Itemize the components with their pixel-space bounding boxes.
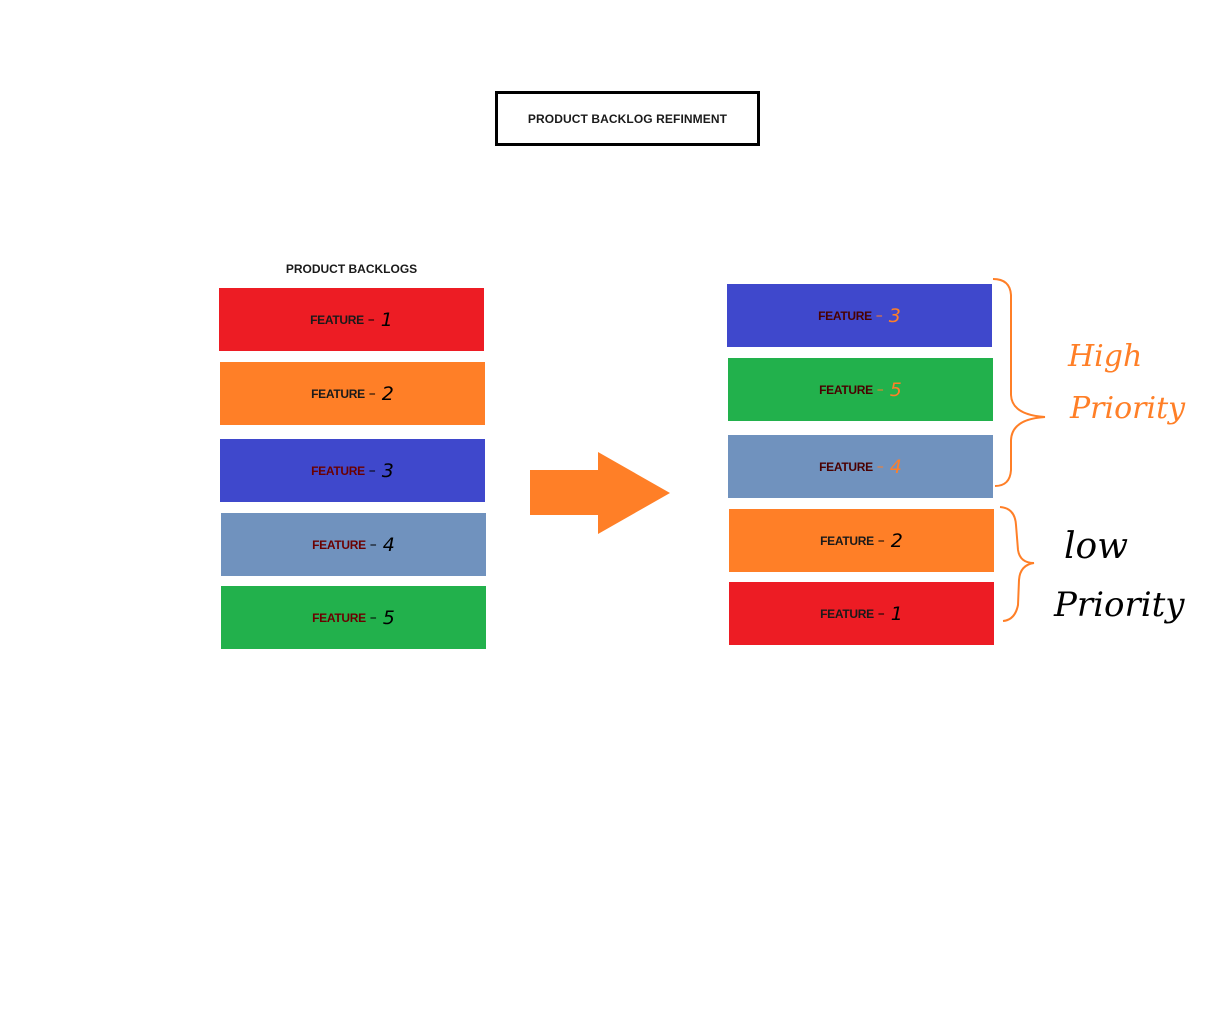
- feature-dash: –: [877, 532, 885, 549]
- refined-feature-4: FEATURE –2: [729, 509, 994, 572]
- feature-number: 5: [889, 378, 902, 401]
- feature-dash: –: [875, 307, 883, 324]
- feature-dash: –: [876, 458, 884, 475]
- refinement-arrow: [530, 452, 670, 534]
- feature-label: FEATURE: [819, 459, 873, 474]
- refined-feature-5: FEATURE –1: [729, 582, 994, 645]
- feature-label: FEATURE: [820, 606, 874, 621]
- high-priority-brace: [992, 278, 1046, 487]
- feature-dash: –: [876, 381, 884, 398]
- low-priority-label-line1: low: [1064, 526, 1128, 567]
- feature-number: 3: [888, 304, 901, 327]
- low-priority-brace: [999, 506, 1035, 622]
- low-priority-label-line2: Priority: [1053, 585, 1185, 625]
- refined-feature-2: FEATURE –5: [728, 358, 993, 421]
- feature-label: FEATURE: [820, 533, 874, 548]
- high-priority-label-line2: Priority: [1069, 391, 1186, 426]
- feature-number: 1: [890, 602, 903, 625]
- refined-feature-1: FEATURE –3: [727, 284, 992, 347]
- feature-dash: –: [877, 605, 885, 622]
- refined-feature-3: FEATURE –4: [728, 435, 993, 498]
- feature-label: FEATURE: [818, 308, 872, 323]
- feature-label: FEATURE: [819, 382, 873, 397]
- high-priority-label-line1: High: [1067, 339, 1142, 374]
- feature-number: 4: [889, 455, 902, 478]
- feature-number: 2: [890, 529, 903, 552]
- diagram-overlay: High Priority low Priority: [530, 278, 1186, 625]
